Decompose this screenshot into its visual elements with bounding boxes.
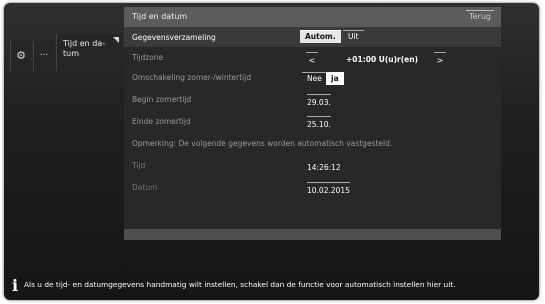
panel-header: Tijd en datum Terug — [124, 7, 501, 27]
settings-list: Gegevensverzameling Autom. Uit Tijdzone … — [124, 27, 501, 229]
row-label: Datum — [132, 183, 158, 192]
row-timezone[interactable]: Tijdzone < +01:00 U(u)r(en) > — [124, 47, 501, 67]
time-date-panel: Tijd en datum Terug Gegevensverzameling … — [124, 7, 501, 240]
row-label: Omschakeling zomer-/wintertijd — [132, 73, 252, 82]
more-menu-button[interactable]: ... — [33, 41, 54, 71]
dst-begin-value: 29.03. — [307, 94, 331, 107]
dst-end-value: 25.10. — [307, 116, 331, 129]
row-label: Einde zomertijd — [132, 117, 191, 126]
option-uit[interactable]: Uit — [343, 30, 364, 43]
row-date: Datum 10.02.2015 — [124, 177, 501, 197]
tv-screen: ⚙ ... Tijd en da- tum Tijd en datum Teru… — [4, 3, 539, 300]
option-ja[interactable]: ja — [326, 72, 344, 85]
row-label: Begin zomertijd — [132, 95, 192, 104]
timezone-right-arrow[interactable]: > — [434, 52, 446, 65]
option-autom[interactable]: Autom. — [300, 30, 341, 43]
row-dst-end[interactable]: Einde zomertijd 25.10. — [124, 111, 501, 131]
panel-title: Tijd en datum — [132, 12, 188, 21]
timezone-left-arrow[interactable]: < — [306, 52, 318, 65]
settings-menu-button[interactable]: ⚙ — [10, 41, 31, 71]
back-button[interactable]: Terug — [466, 10, 494, 22]
note-text: Opmerking: De volgende gegevens worden a… — [132, 139, 393, 148]
info-icon: i — [12, 276, 19, 295]
row-dst-begin[interactable]: Begin zomertijd 29.03. — [124, 89, 501, 109]
row-time: Tijd 14:26:12 — [124, 155, 501, 175]
info-text: Als u de tijd- en datumgegevens handmati… — [24, 280, 456, 289]
timezone-value: +01:00 U(u)r(en) — [346, 55, 419, 64]
row-label: Tijd — [132, 161, 146, 170]
more-label: ... — [39, 48, 49, 58]
nav-tab-time-date[interactable]: Tijd en da- tum — [56, 34, 122, 71]
gear-icon: ⚙ — [16, 49, 26, 62]
row-data-collection[interactable]: Gegevensverzameling Autom. Uit — [124, 27, 501, 47]
row-note: Opmerking: De volgende gegevens worden a… — [124, 133, 501, 153]
row-label: Tijdzone — [132, 53, 164, 62]
row-label: Gegevensverzameling — [132, 33, 216, 42]
nav-tab-label-line2: tum — [63, 49, 79, 58]
time-value: 14:26:12 — [307, 163, 341, 172]
row-dst-switch[interactable]: Omschakeling zomer-/wintertijd Nee ja — [124, 67, 501, 87]
date-value: 10.02.2015 — [307, 182, 350, 195]
corner-marker-icon — [113, 37, 119, 43]
option-nee[interactable]: Nee — [302, 72, 327, 85]
